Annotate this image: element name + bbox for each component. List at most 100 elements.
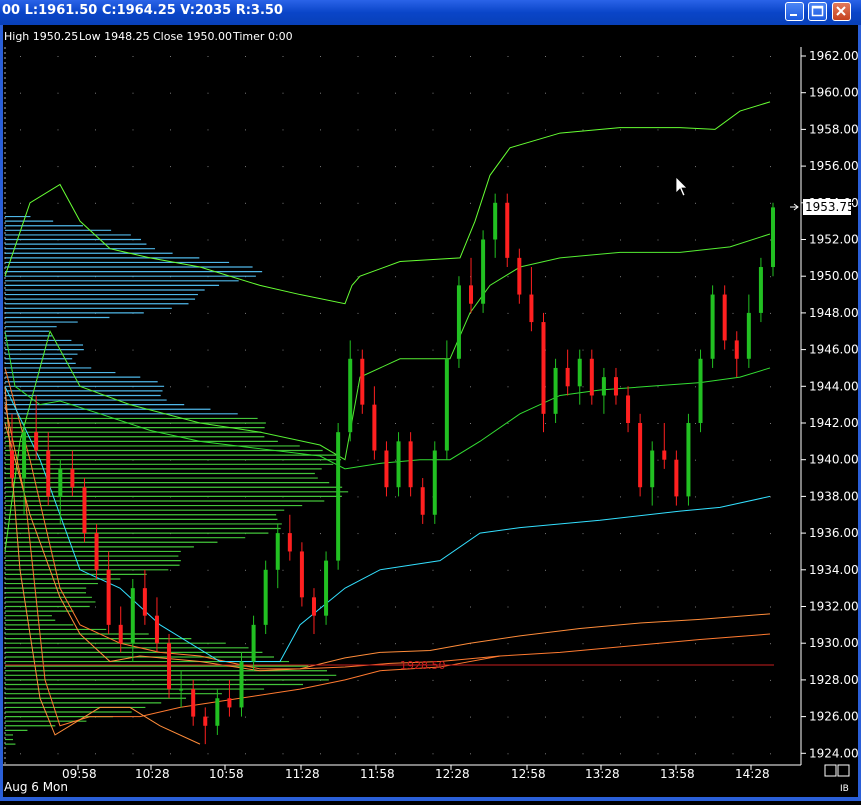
- y-tick-label: 1944.00: [809, 379, 859, 393]
- candle-down: [505, 202, 510, 258]
- info-low: Low 1948.25: [79, 30, 150, 43]
- close-icon[interactable]: [832, 2, 851, 21]
- candle-down: [311, 597, 316, 616]
- chart-area[interactable]: 1928.50 High 1950.25 Low 1948.25 Close 1…: [0, 25, 861, 801]
- candle-up: [686, 423, 691, 497]
- candle-down: [541, 322, 546, 414]
- y-tick-label: 1932.00: [809, 600, 859, 614]
- candle-up: [130, 588, 135, 644]
- candle-down: [118, 624, 123, 644]
- candle-up: [251, 624, 256, 662]
- y-tick-label: 1948.00: [809, 306, 859, 320]
- x-tick-label: 10:28: [135, 767, 170, 781]
- corner-label: IB: [840, 784, 849, 794]
- candle-up: [710, 294, 715, 359]
- window-title: 00 L:1961.50 C:1964.25 V:2035 R:3.50: [2, 3, 283, 18]
- y-tick-label: 1952.00: [809, 233, 859, 247]
- candle-up: [263, 569, 268, 625]
- candle-down: [722, 294, 727, 341]
- candle-down: [613, 377, 618, 396]
- candle-down: [10, 450, 14, 479]
- y-tick-label: 1962.00: [809, 49, 859, 63]
- info-bar: High 1950.25 Low 1948.25 Close 1950.00 T…: [4, 30, 293, 43]
- candle-down: [626, 395, 631, 423]
- x-tick-label: 12:58: [511, 767, 546, 781]
- candle-up: [577, 358, 582, 387]
- candle-up: [746, 312, 751, 359]
- candle-up: [348, 358, 353, 433]
- y-tick-label: 1956.00: [809, 159, 859, 173]
- level-label: 1928.50: [400, 659, 446, 672]
- y-tick-label: 1930.00: [809, 636, 859, 650]
- candle-up: [601, 377, 606, 396]
- mouse-cursor-icon: [675, 176, 688, 197]
- candle-up: [758, 267, 763, 313]
- y-tick-label: 1942.00: [809, 416, 859, 430]
- minimize-icon[interactable]: [785, 2, 804, 21]
- window-titlebar[interactable]: 00 L:1961.50 C:1964.25 V:2035 R:3.50: [0, 0, 861, 25]
- indicator-line: [4, 367, 771, 670]
- candle-up: [771, 207, 775, 268]
- candle-up: [336, 432, 341, 561]
- candle-down: [142, 588, 147, 616]
- last-price-label: 1953.75: [805, 200, 855, 214]
- candle-up: [493, 202, 498, 240]
- candle-down: [469, 285, 474, 304]
- y-tick-label: 1934.00: [809, 563, 859, 577]
- date-label: Aug 6 Mon: [4, 780, 68, 794]
- candle-up: [22, 432, 27, 479]
- candle-down: [34, 432, 39, 451]
- candle-up: [324, 560, 329, 616]
- candle-up: [432, 450, 437, 515]
- x-axis: 09:58 10:28 10:58 11:28 11:58 12:28 12:58 13:28…: [62, 765, 770, 781]
- candle-down: [203, 716, 208, 726]
- candle-down: [191, 689, 196, 717]
- maximize-icon[interactable]: [808, 2, 827, 21]
- candle-up: [456, 285, 461, 359]
- candle-down: [734, 340, 739, 359]
- candle-down: [46, 450, 51, 497]
- candle-down: [360, 358, 365, 405]
- y-tick-label: 1958.00: [809, 122, 859, 136]
- candle-down: [420, 487, 425, 515]
- candle-down: [529, 294, 534, 323]
- indicator-line: [4, 233, 771, 552]
- candle-up: [481, 239, 486, 304]
- candle-up: [58, 468, 63, 497]
- y-axis: 1962.001960.001958.001956.001954.001952.…: [801, 49, 859, 760]
- candle-down: [167, 643, 172, 690]
- candle-down: [94, 533, 99, 570]
- y-tick-label: 1940.00: [809, 453, 859, 467]
- x-tick-label: 11:58: [360, 767, 395, 781]
- x-tick-label: 12:28: [435, 767, 470, 781]
- candle-down: [299, 551, 304, 598]
- candle-down: [662, 450, 667, 460]
- y-tick-label: 1950.00: [809, 269, 859, 283]
- candle-down: [227, 698, 232, 708]
- y-tick-label: 1926.00: [809, 710, 859, 724]
- x-tick-label: 14:28: [735, 767, 770, 781]
- info-high: High 1950.25: [4, 30, 78, 43]
- candle-down: [287, 533, 292, 552]
- candle-down: [372, 404, 377, 451]
- candle-up: [215, 698, 220, 726]
- candle-down: [638, 423, 643, 488]
- candle-up: [444, 358, 449, 451]
- candle-down: [408, 441, 413, 488]
- info-close: Close 1950.00: [153, 30, 232, 43]
- candle-up: [275, 533, 280, 570]
- last-price-marker: 1953.75: [790, 199, 855, 215]
- x-tick-label: 09:58: [62, 767, 97, 781]
- y-tick-label: 1928.00: [809, 673, 859, 687]
- candle-up: [650, 450, 655, 488]
- candle-down: [565, 367, 570, 387]
- zoom-box-icon-2[interactable]: [837, 764, 850, 777]
- candle-up: [239, 661, 244, 708]
- candle-up: [698, 358, 703, 423]
- price-chart[interactable]: 1928.50 High 1950.25 Low 1948.25 Close 1…: [0, 25, 861, 801]
- y-tick-label: 1946.00: [809, 343, 859, 357]
- candle-down: [82, 487, 87, 534]
- x-tick-label: 10:58: [209, 767, 244, 781]
- x-tick-label: 11:28: [285, 767, 320, 781]
- zoom-box-icon[interactable]: [824, 764, 837, 777]
